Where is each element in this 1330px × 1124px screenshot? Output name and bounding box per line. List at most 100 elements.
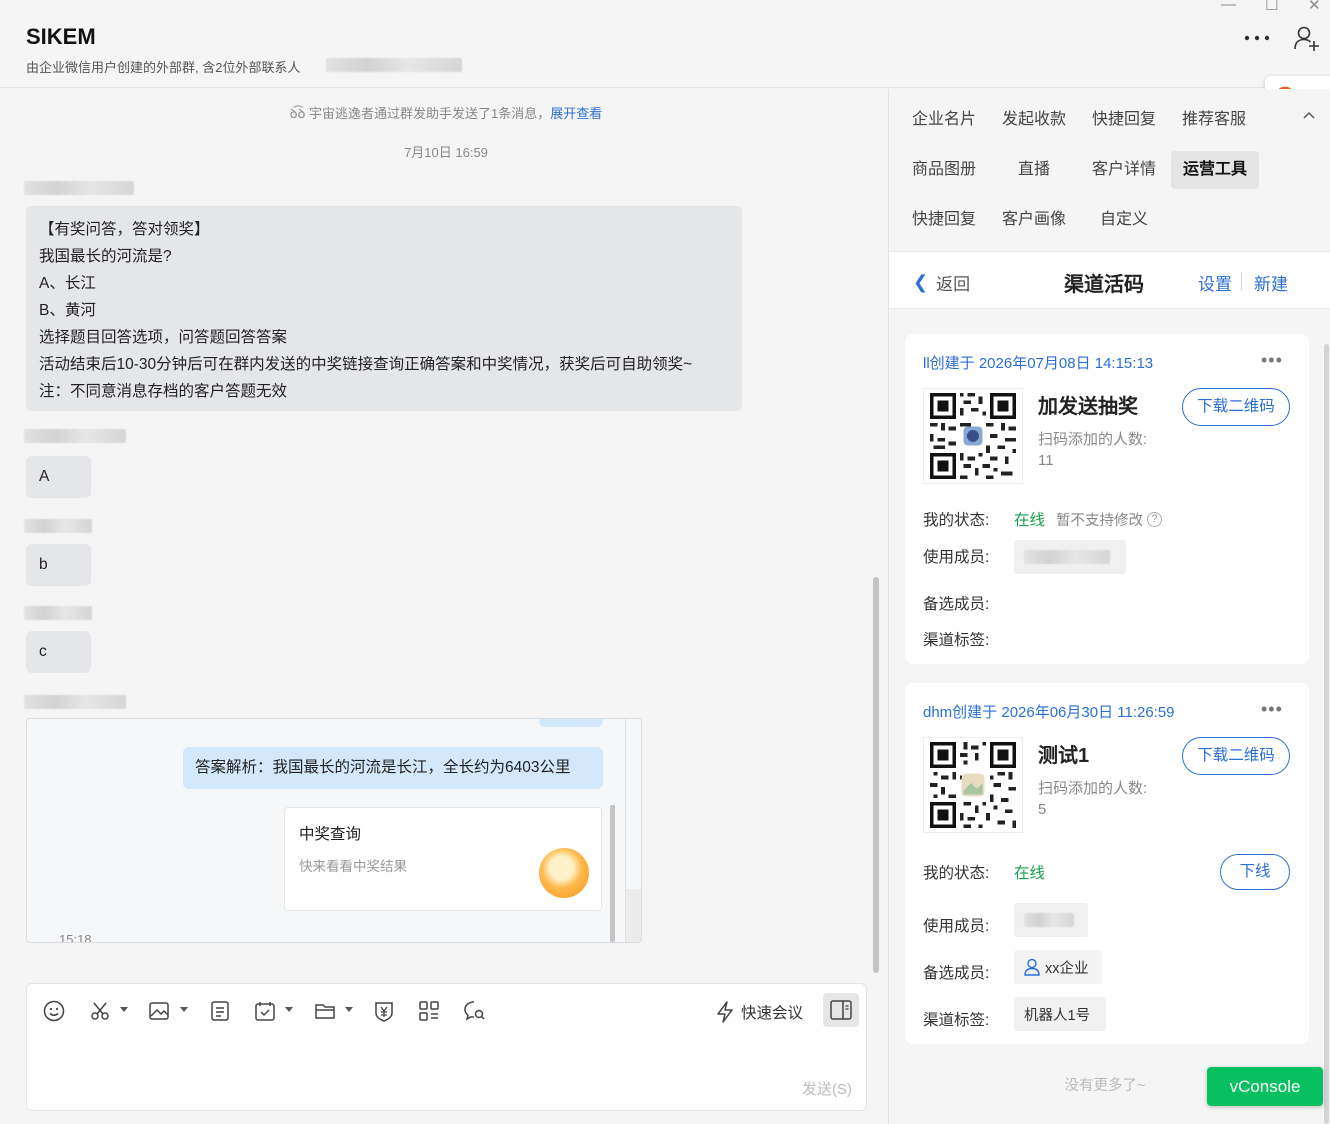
chat-area: ꝺ͡ꝺ 宇宙逃逸者通过群发助手发送了1条消息，展开查看 7月10日 16:59 … [6,89,886,1124]
card-title: 中奖查询 [299,826,362,843]
tab-business-card[interactable]: 企业名片 [901,101,987,139]
reply-message[interactable]: A [26,456,91,498]
folder-icon[interactable] [312,998,338,1024]
more-icon[interactable]: ••• [1261,699,1283,720]
message-line: B、黄河 [39,302,96,319]
reply-message[interactable]: b [26,544,91,586]
scissors-icon[interactable] [87,998,113,1024]
chevron-down-icon[interactable] [345,1007,353,1012]
group-subtitle: 由企业微信用户创建的外部群, 含2位外部联系人 [26,60,301,75]
side-panel-toggle[interactable] [823,993,859,1027]
members-label: 使用成员: [923,549,990,566]
quick-meeting-button[interactable]: 快速会议 [715,999,803,1025]
message-line: 活动结束后10-30分钟后可在群内发送的中奖链接查询正确答案和中奖情况，获奖后可… [39,356,693,373]
settings-link[interactable]: 设置 [1198,270,1232,295]
channel-code-card[interactable]: dhm创建于 2026年06月30日 11:26:59 ••• 测试1 扫码添加… [905,683,1309,1044]
payment-icon[interactable] [371,998,397,1024]
tab-live[interactable]: 直播 [991,151,1077,189]
tab-operation-tools[interactable]: 运营工具 [1171,151,1259,189]
calendar-check-icon[interactable] [252,998,278,1024]
back-label: 返回 [936,275,971,294]
sender-name [24,429,126,443]
tag-chip: 机器人1号 [1014,997,1106,1031]
chevron-down-icon[interactable] [120,1007,128,1012]
chevron-down-icon[interactable] [285,1007,293,1012]
tab-quick-reply[interactable]: 快捷回复 [1081,101,1167,139]
divider [1241,272,1242,290]
chevron-down-icon[interactable] [180,1007,188,1012]
tab-custom[interactable]: 自定义 [1081,201,1167,239]
backup-member-chip: xx企业 [1014,950,1102,984]
emoji-icon[interactable] [41,998,67,1024]
code-name: 加发送抽奖 [1038,396,1138,418]
status-label: 我的状态: [923,865,990,882]
redacted-text [1024,913,1074,927]
apps-grid-icon[interactable] [416,998,442,1024]
side-panel: 企业名片 发起收款 快捷回复 推荐客服 商品图册 直播 客户详情 运营工具 快捷… [888,89,1330,1124]
message-time: 15:18 [59,932,92,943]
scan-count-value: 5 [1038,801,1047,818]
more-icon[interactable]: ••• [1261,350,1283,371]
more-icon[interactable] [1244,30,1270,46]
chat-search-icon[interactable] [461,998,487,1024]
system-notice-text: ꝺ͡ꝺ 宇宙逃逸者通过群发助手发送了1条消息， [289,106,551,121]
channel-code-card[interactable]: ll创建于 2026年07月08日 14:15:13 ••• 加发送抽奖 扫码添… [905,334,1309,664]
code-name: 测试1 [1038,745,1090,767]
bubble-fragment [539,719,603,727]
help-icon[interactable]: ? [1147,512,1162,527]
new-link[interactable]: 新建 [1254,270,1288,295]
quiz-message[interactable]: 【有奖问答，答对领奖】 我国最长的河流是? A、长江 B、黄河 选择题目回答选项… [26,206,742,411]
image-icon[interactable] [146,998,172,1024]
tab-product-album[interactable]: 商品图册 [901,151,987,189]
document-icon[interactable] [207,998,233,1024]
scan-count-label: 扫码添加的人数: [1038,431,1148,448]
tab-recommend-service[interactable]: 推荐客服 [1171,101,1257,139]
chat-scrollbar[interactable] [873,577,879,973]
add-member-icon[interactable] [1292,24,1320,52]
qr-code [923,388,1023,484]
message-composer[interactable]: 快速会议 发送(S) [26,983,867,1111]
chat-timestamp: 7月10日 16:59 [404,145,488,160]
reply-message[interactable]: c [26,631,91,673]
chevron-up-icon[interactable] [1303,111,1315,119]
lottery-card[interactable]: 中奖查询 快来看看中奖结果 [284,807,602,911]
panel-scrollbar[interactable] [1324,344,1329,1124]
member-chip [1014,903,1088,937]
chat-header: SIKEM 由企业微信用户创建的外部群, 含2位外部联系人 — ☐ ✕ [0,0,1330,88]
answer-message[interactable]: 答案解析：我国最长的河流是长江，全长约为6403公里 [183,747,603,789]
app-window: SIKEM 由企业微信用户创建的外部群, 含2位外部联系人 — ☐ ✕ S ꝺ͡… [0,0,1330,1124]
sender-name [24,519,92,533]
send-button[interactable]: 发送(S) [802,1078,852,1099]
channel-tags-label: 渠道标签: [923,1012,990,1029]
message-line: 【有奖问答，答对领奖】 [39,221,210,238]
members-label: 使用成员: [923,918,990,935]
expand-link[interactable]: 展开查看 [550,106,602,121]
status-note-text: 暂不支持修改 [1056,513,1143,529]
created-info: dhm创建于 2026年06月30日 11:26:59 [923,704,1175,721]
redacted-text [326,58,462,72]
tab-quick-reply-2[interactable]: 快捷回复 [901,201,987,239]
system-notice: ꝺ͡ꝺ 宇宙逃逸者通过群发助手发送了1条消息，展开查看 [6,103,886,122]
card-description: 快来看看中奖结果 [299,859,407,874]
tab-customer-detail[interactable]: 客户详情 [1081,151,1167,189]
divider [626,889,641,942]
message-line: 我国最长的河流是? [39,248,172,265]
status-label: 我的状态: [923,512,990,529]
maximize-button[interactable]: ☐ [1265,0,1278,14]
download-qr-button[interactable]: 下载二维码 [1182,388,1290,426]
tab-customer-profile[interactable]: 客户画像 [991,201,1077,239]
vconsole-button[interactable]: vConsole [1207,1067,1323,1106]
side-panel-icon [830,1000,852,1020]
quick-meeting-label: 快速会议 [741,1005,804,1022]
back-button[interactable]: ❮ 返回 [913,270,970,295]
preview-scrollbar[interactable] [610,805,615,942]
minimize-button[interactable]: — [1221,0,1236,13]
message-preview-frame[interactable]: 答案解析：我国最长的河流是长江，全长约为6403公里 中奖查询 快来看看中奖结果… [26,718,642,943]
close-button[interactable]: ✕ [1308,0,1321,14]
go-offline-button[interactable]: 下线 [1220,854,1290,890]
download-qr-button[interactable]: 下载二维码 [1182,737,1290,775]
tab-collect-payment[interactable]: 发起收款 [991,101,1077,139]
chevron-left-icon: ❮ [913,272,929,292]
sender-name [24,695,126,709]
member-chip [1014,540,1126,574]
